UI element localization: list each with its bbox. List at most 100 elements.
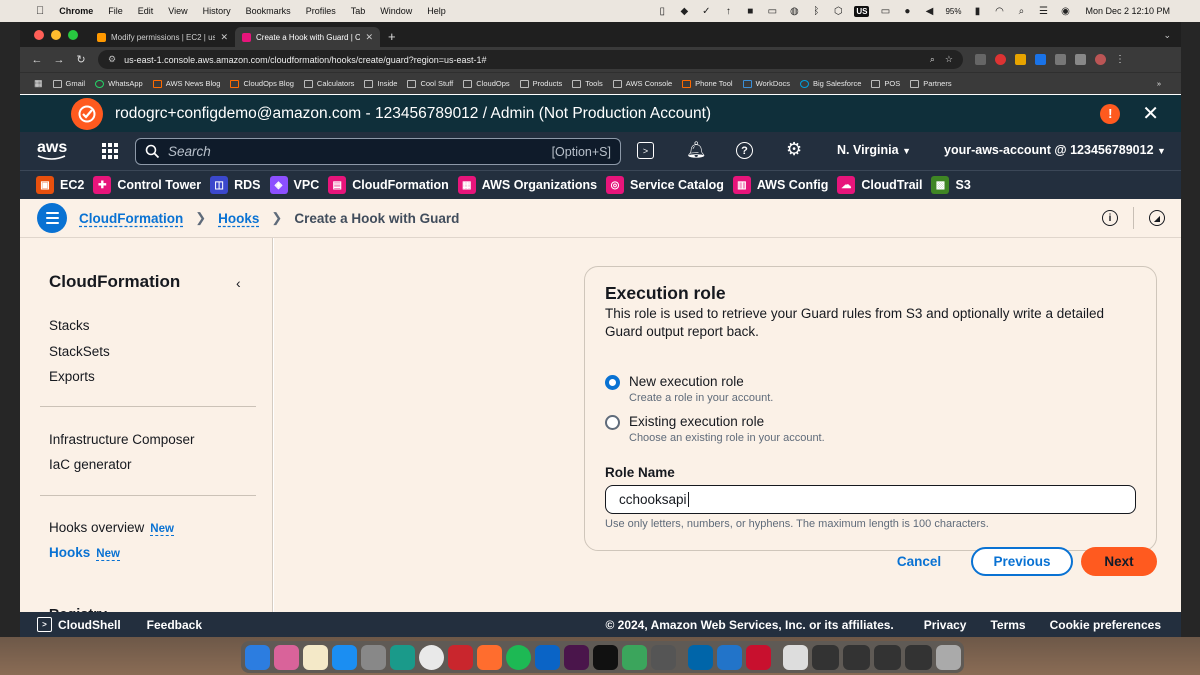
extension-icon[interactable] (1015, 54, 1026, 65)
side-nav-stacksets[interactable]: StackSets (49, 344, 110, 359)
menu-edit[interactable]: Edit (138, 6, 154, 16)
vscode-icon[interactable] (688, 644, 713, 670)
side-nav-iac-generator[interactable]: IaC generator (49, 457, 132, 472)
tools-panel-icon[interactable]: ◢ (1149, 210, 1165, 226)
terminal-icon[interactable] (593, 644, 618, 670)
forward-button[interactable]: → (48, 54, 70, 66)
menubar-app-name[interactable]: Chrome (59, 6, 93, 16)
favorite-aws-config[interactable]: ▥ AWS Config (732, 176, 828, 194)
favorite-vpc[interactable]: ◈ VPC (269, 176, 319, 194)
clipboard-icon[interactable]: ▯ (656, 6, 668, 17)
side-nav-title[interactable]: CloudFormation (49, 272, 180, 292)
bookmark-products[interactable]: Products (519, 79, 562, 88)
url-text[interactable]: us-east-1.console.aws.amazon.com/cloudfo… (124, 55, 930, 65)
leaf-icon[interactable]: ✓ (700, 6, 712, 17)
system-settings-icon[interactable] (361, 644, 386, 670)
chime-icon[interactable] (717, 644, 742, 670)
maps-icon[interactable] (622, 644, 647, 670)
window-thumbnail-icon[interactable] (874, 644, 901, 670)
zoom-icon[interactable]: ⌕ (930, 54, 935, 65)
globe-icon[interactable]: ◍ (788, 6, 800, 17)
bookmark-star-icon[interactable]: ☆ (945, 54, 953, 65)
role-name-input[interactable]: cchooksapi (605, 485, 1136, 514)
aws-logo[interactable]: aws (37, 139, 67, 161)
siri-icon[interactable]: ◉ (1059, 6, 1071, 17)
breadcrumb-link[interactable]: CloudFormation (79, 211, 183, 226)
wifi-icon[interactable]: ◠ (993, 6, 1005, 17)
site-info-icon[interactable]: ⚙ (108, 54, 116, 65)
bookmark-aws-console[interactable]: AWS Console (612, 79, 672, 88)
bookmark-inside[interactable]: Inside (364, 79, 397, 88)
favorite-s3[interactable]: ▩ S3 (931, 176, 971, 194)
back-button[interactable]: ← (26, 54, 48, 66)
favorite-cloudtrail[interactable]: ☁ CloudTrail (837, 176, 922, 194)
menu-help[interactable]: Help (427, 6, 446, 16)
footer-feedback[interactable]: Feedback (147, 618, 202, 632)
window-thumbnail-icon[interactable] (812, 644, 839, 670)
document-preview-icon[interactable] (783, 644, 808, 670)
favorite-control-tower[interactable]: ✚ Control Tower (93, 176, 201, 194)
console-search[interactable]: [Option+S] (135, 138, 621, 165)
bookmark-calculators[interactable]: Calculators (303, 79, 354, 88)
bookmark-cool-stuff[interactable]: Cool Stuff (407, 79, 453, 88)
close-tab-icon[interactable]: ✕ (365, 32, 373, 43)
menu-window[interactable]: Window (380, 6, 412, 16)
menu-profiles[interactable]: Profiles (306, 6, 336, 16)
radio-existing-execution-role[interactable]: Existing execution role Choose an existi… (605, 413, 1005, 447)
favorite-cloudformation[interactable]: ▤ CloudFormation (328, 176, 449, 194)
help-icon[interactable]: ? (736, 142, 753, 159)
radio-button[interactable] (605, 415, 620, 430)
radio-button-selected[interactable] (605, 375, 620, 390)
badge-icon[interactable]: ■ (744, 6, 756, 17)
footer-cloudshell[interactable]: > CloudShell (37, 617, 121, 632)
spotify-icon[interactable] (506, 644, 531, 670)
side-nav-infrastructure-composer[interactable]: Infrastructure Composer (49, 432, 195, 447)
reload-button[interactable]: ↻ (70, 53, 92, 66)
side-nav-hooks-overview[interactable]: Hooks overview New (49, 520, 174, 536)
radio-new-execution-role[interactable]: New execution role Create a role in your… (605, 373, 1005, 407)
previous-button[interactable]: Previous (971, 547, 1073, 576)
extension-icon[interactable] (1035, 54, 1046, 65)
favorite-rds[interactable]: ◫ RDS (210, 176, 261, 194)
footer-cookie-preferences[interactable]: Cookie preferences (1050, 618, 1161, 632)
cloudshell-icon[interactable]: > (637, 142, 654, 159)
shield-icon[interactable]: ⬡ (832, 6, 844, 17)
search-input[interactable] (168, 144, 552, 159)
notifications-bell-icon[interactable]: 🔔︎ (686, 140, 706, 160)
outlook-icon[interactable] (535, 644, 560, 670)
cancel-button[interactable]: Cancel (884, 547, 954, 576)
menu-file[interactable]: File (108, 6, 123, 16)
menu-bookmarks[interactable]: Bookmarks (246, 6, 291, 16)
breadcrumb-cloudformation[interactable]: CloudFormation (79, 211, 183, 226)
next-button[interactable]: Next (1081, 547, 1157, 576)
bookmark-partners[interactable]: Partners (910, 79, 952, 88)
more-bookmarks-icon[interactable]: » (1157, 79, 1181, 88)
close-banner-icon[interactable]: ✕ (1142, 101, 1159, 126)
bluetooth-icon[interactable]: ᛒ (810, 6, 822, 17)
chrome-menu-icon[interactable]: ⋮ (1115, 54, 1125, 65)
chrome-icon[interactable] (419, 644, 444, 670)
battery-icon[interactable]: ▮ (971, 6, 983, 17)
browser-tab-cloudformation[interactable]: Create a Hook with Guard | Cl ✕ (235, 27, 380, 47)
app-store-icon[interactable] (332, 644, 357, 670)
finder-icon[interactable] (245, 644, 270, 670)
trash-icon[interactable] (936, 644, 961, 670)
footer-terms[interactable]: Terms (990, 618, 1025, 632)
browser-tab-ec2[interactable]: Modify permissions | EC2 | us ✕ (90, 27, 235, 47)
display-icon[interactable]: ▭ (879, 6, 891, 17)
notes-icon[interactable] (303, 644, 328, 670)
omnibox[interactable]: ⚙ us-east-1.console.aws.amazon.com/cloud… (98, 50, 963, 69)
side-nav-toggle-button[interactable] (37, 203, 67, 233)
services-grid-icon[interactable] (102, 143, 118, 159)
bookmark-cloudops-blog[interactable]: CloudOps Blog (230, 79, 294, 88)
perplexity-icon[interactable] (390, 644, 415, 670)
bookmark-tools[interactable]: Tools (572, 79, 603, 88)
extensions-puzzle-icon[interactable] (1055, 54, 1066, 65)
new-tab-button[interactable]: + (380, 29, 404, 47)
close-tab-icon[interactable]: ✕ (220, 32, 228, 43)
slack-icon[interactable] (564, 644, 589, 670)
tab-search-chevron-icon[interactable]: ⌄ (1153, 30, 1181, 47)
bookmark-workdocs[interactable]: WorkDocs (742, 79, 790, 88)
extension-icon[interactable] (995, 54, 1006, 65)
breadcrumb-link[interactable]: Hooks (218, 211, 259, 226)
